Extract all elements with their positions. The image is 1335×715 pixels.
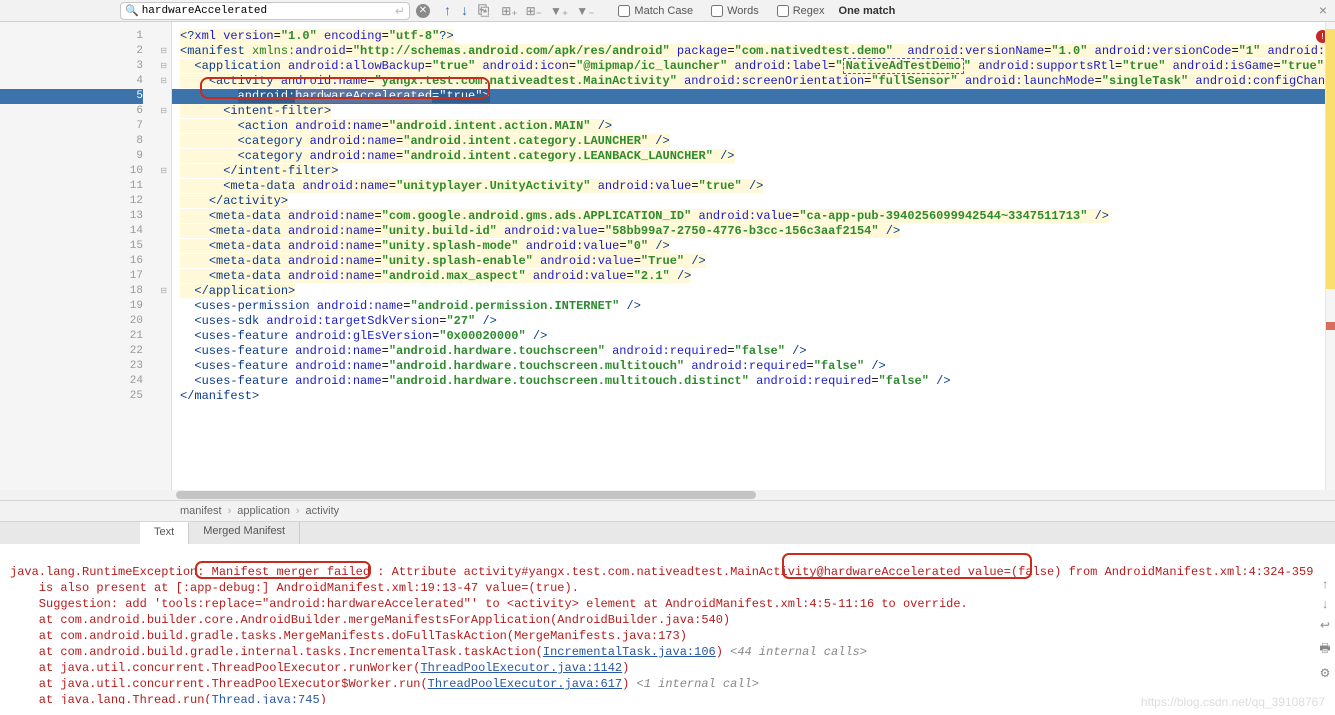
- scroll-down-icon[interactable]: ↓: [1321, 598, 1328, 612]
- breadcrumb: manifest › application › activity: [0, 500, 1335, 522]
- manifest-tabs: Text Merged Manifest: [0, 522, 1335, 544]
- settings-icon[interactable]: ⚙: [1320, 666, 1331, 681]
- highlight-marker: [195, 561, 371, 579]
- remove-selection-icon[interactable]: ⊞₋: [526, 4, 542, 18]
- change-marker: [1326, 29, 1335, 289]
- gutter: 1234 5 6789 10111213 14151617 18192021 2…: [0, 22, 172, 490]
- find-toolbar: 🔍 ↵ ✕ ↑ ↓ ⎘ ⊞₊ ⊞₋ ▼₊ ▼₋ Match Case Words…: [0, 0, 1335, 22]
- highlight-marker: [200, 77, 490, 99]
- search-box[interactable]: 🔍 ↵: [120, 2, 410, 20]
- tab-text[interactable]: Text: [140, 522, 189, 544]
- fold-icon[interactable]: ⊟: [160, 74, 167, 89]
- clear-search-button[interactable]: ✕: [416, 4, 430, 18]
- fold-icon[interactable]: ⊟: [160, 44, 167, 59]
- console-output[interactable]: java.lang.RuntimeException: Manifest mer…: [0, 544, 1335, 704]
- fold-icon[interactable]: ⊟: [160, 284, 167, 299]
- words-checkbox[interactable]: Words: [711, 5, 759, 17]
- error-marker: [1326, 322, 1335, 330]
- filter-icons: ⊞₊ ⊞₋ ▼₊ ▼₋: [501, 4, 594, 18]
- highlight-marker: [782, 553, 1032, 579]
- chevron-right-icon: ›: [296, 505, 300, 517]
- enter-icon: ↵: [395, 4, 405, 18]
- prev-match-button[interactable]: ↑: [444, 2, 451, 19]
- code-content[interactable]: <?xml version="1.0" encoding="utf-8"?> <…: [172, 22, 1335, 490]
- chevron-right-icon: ›: [228, 505, 232, 517]
- console-line: Suggestion: add 'tools:replace="android:…: [10, 596, 1335, 612]
- regex-checkbox[interactable]: Regex: [777, 5, 825, 17]
- console-side-tools: ↑ ↓ ↩ 🖶 ⚙: [1317, 578, 1333, 681]
- search-options: Match Case Words Regex: [618, 5, 824, 17]
- close-find-button[interactable]: ×: [1319, 2, 1327, 18]
- fold-icon[interactable]: ⊟: [160, 59, 167, 74]
- console-line: at com.android.build.gradle.internal.tas…: [10, 644, 1335, 660]
- search-input[interactable]: [142, 5, 391, 17]
- filter-remove-icon[interactable]: ▼₋: [576, 4, 594, 18]
- select-all-button[interactable]: ⎘: [478, 2, 489, 19]
- scrollbar-thumb[interactable]: [176, 491, 756, 499]
- next-match-button[interactable]: ↓: [461, 2, 468, 19]
- scroll-up-icon[interactable]: ↑: [1321, 578, 1328, 592]
- match-case-checkbox[interactable]: Match Case: [618, 5, 693, 17]
- filter-icon[interactable]: ▼₊: [550, 4, 568, 18]
- add-selection-icon[interactable]: ⊞₊: [501, 4, 517, 18]
- fold-icon[interactable]: ⊟: [160, 104, 167, 119]
- match-count: One match: [839, 5, 896, 17]
- scroll-marker[interactable]: [1325, 22, 1335, 490]
- console-line: at java.util.concurrent.ThreadPoolExecut…: [10, 676, 1335, 692]
- console-line: is also present at [:app-debug:] Android…: [10, 580, 1335, 596]
- nav-arrows: ↑ ↓ ⎘: [444, 2, 489, 19]
- editor: 1234 5 6789 10111213 14151617 18192021 2…: [0, 22, 1335, 490]
- soft-wrap-icon[interactable]: ↩: [1320, 618, 1330, 633]
- console-line: at com.android.build.gradle.tasks.MergeM…: [10, 628, 1335, 644]
- fold-icon[interactable]: ⊟: [160, 164, 167, 179]
- search-icon: 🔍: [125, 4, 139, 17]
- print-icon[interactable]: 🖶: [1319, 639, 1330, 660]
- console-line: at com.android.builder.core.AndroidBuild…: [10, 612, 1335, 628]
- tab-merged-manifest[interactable]: Merged Manifest: [189, 522, 300, 544]
- breadcrumb-item[interactable]: activity: [306, 505, 340, 517]
- breadcrumb-item[interactable]: application: [237, 505, 290, 517]
- console-line: at java.lang.Thread.run(Thread.java:745): [10, 692, 1335, 704]
- watermark: https://blog.csdn.net/qq_39108767: [1141, 695, 1325, 709]
- breadcrumb-item[interactable]: manifest: [180, 505, 222, 517]
- horizontal-scrollbar[interactable]: [0, 490, 1335, 500]
- console-line: at java.util.concurrent.ThreadPoolExecut…: [10, 660, 1335, 676]
